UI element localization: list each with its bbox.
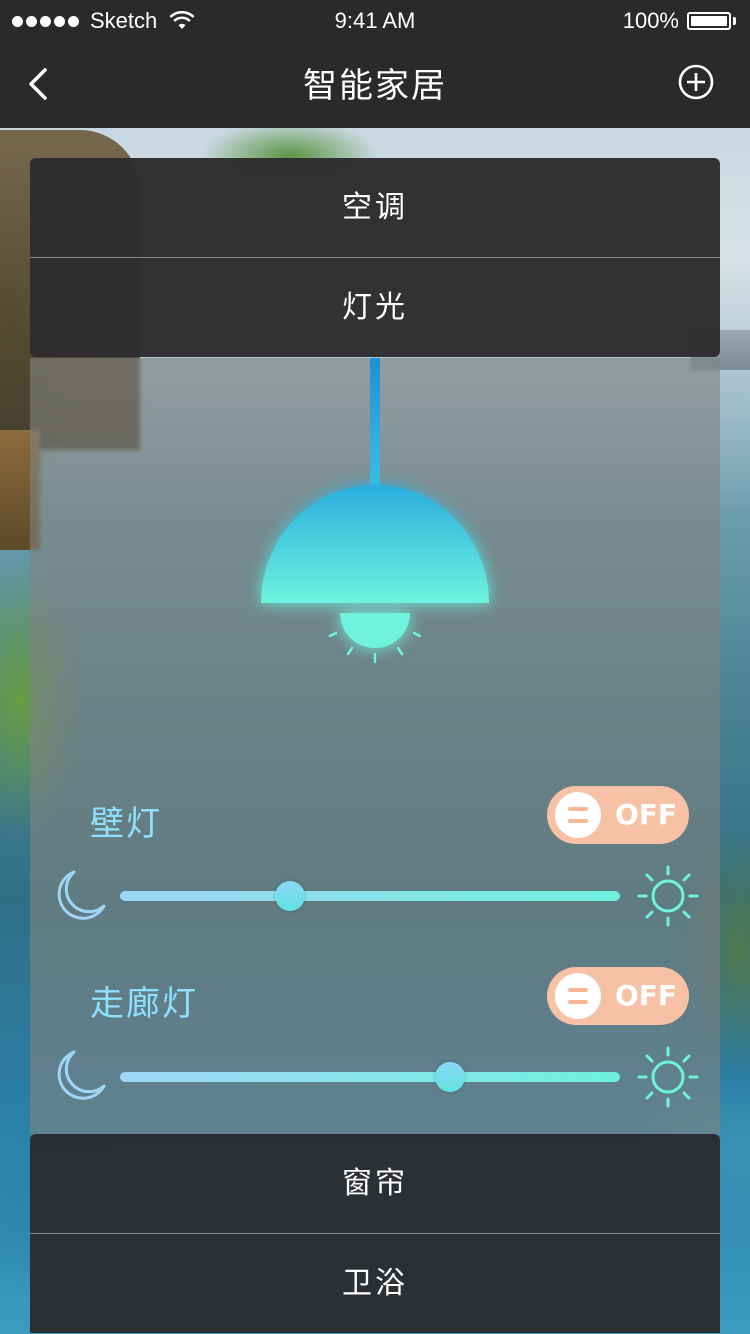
wall-lamp-brightness-slider[interactable] [120, 891, 620, 901]
wall-lamp-toggle[interactable]: OFF [547, 786, 689, 844]
menu-item-lights[interactable]: 灯光 [30, 258, 720, 357]
toggle-knob [555, 792, 601, 838]
corridor-lamp-brightness-slider[interactable] [120, 1072, 620, 1082]
light-name-wall-lamp: 壁灯 [90, 804, 162, 844]
status-right: 100% [623, 8, 736, 34]
pendant-lamp-icon [261, 358, 489, 664]
plus-circle-icon[interactable] [676, 62, 716, 102]
sun-icon [637, 865, 699, 927]
menu-item-bathroom[interactable]: 卫浴 [30, 1234, 720, 1333]
corridor-lamp-slider-thumb[interactable] [435, 1062, 465, 1092]
battery-icon [687, 12, 731, 30]
toggle-state-label: OFF [615, 979, 678, 1012]
corridor-lamp-toggle[interactable]: OFF [547, 967, 689, 1025]
nav-bar: 智能家居 [0, 40, 750, 128]
moon-icon [57, 870, 106, 920]
battery-cap [733, 17, 736, 25]
smart-home-screen: Sketch 9:41 AM 100% 智能家居 空调 灯光 壁灯 OFF 走廊… [0, 0, 750, 1334]
light-name-corridor-lamp: 走廊灯 [90, 984, 198, 1024]
room-menu-bottom: 窗帘 卫浴 [30, 1134, 720, 1333]
page-title: 智能家居 [303, 66, 447, 106]
menu-item-air-conditioner[interactable]: 空调 [30, 158, 720, 257]
room-menu: 空调 灯光 [30, 158, 720, 357]
toggle-state-label: OFF [615, 798, 678, 831]
menu-item-curtains[interactable]: 窗帘 [30, 1134, 720, 1233]
battery-percent: 100% [622, 8, 679, 33]
moon-icon [57, 1050, 106, 1100]
toggle-knob [555, 973, 601, 1019]
sun-icon [637, 1046, 699, 1108]
wall-lamp-slider-thumb[interactable] [275, 881, 305, 911]
status-bar: Sketch 9:41 AM 100% [0, 0, 750, 40]
